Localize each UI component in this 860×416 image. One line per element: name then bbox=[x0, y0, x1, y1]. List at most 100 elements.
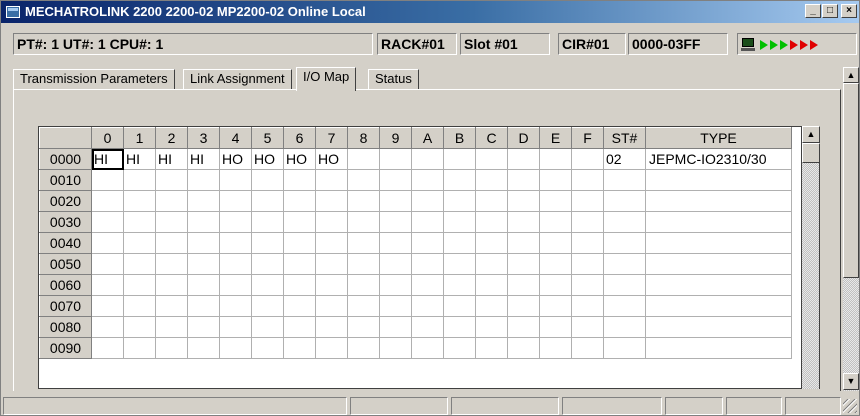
io-map-cell[interactable] bbox=[91, 232, 124, 254]
scroll-up-arrow-icon[interactable]: ▲ bbox=[802, 126, 820, 143]
io-map-cell[interactable] bbox=[571, 211, 604, 233]
station-number-cell[interactable] bbox=[603, 190, 646, 212]
io-map-cell[interactable] bbox=[347, 253, 380, 275]
io-map-cell[interactable] bbox=[315, 337, 348, 359]
column-header[interactable]: D bbox=[507, 127, 540, 149]
io-map-cell[interactable] bbox=[347, 148, 380, 170]
io-map-cell[interactable] bbox=[539, 232, 572, 254]
io-map-cell[interactable] bbox=[219, 253, 252, 275]
station-number-cell[interactable] bbox=[603, 232, 646, 254]
io-map-cell[interactable] bbox=[347, 274, 380, 296]
io-map-cell[interactable] bbox=[155, 295, 188, 317]
io-map-cell[interactable] bbox=[539, 316, 572, 338]
io-map-cell[interactable] bbox=[507, 169, 540, 191]
io-map-cell[interactable] bbox=[443, 274, 476, 296]
io-map-cell[interactable] bbox=[571, 316, 604, 338]
io-map-cell[interactable] bbox=[187, 169, 220, 191]
column-header[interactable]: B bbox=[443, 127, 476, 149]
io-map-cell[interactable] bbox=[91, 274, 124, 296]
grid-vertical-scrollbar[interactable]: ▲ bbox=[802, 126, 820, 389]
io-map-cell[interactable] bbox=[507, 253, 540, 275]
io-map-cell[interactable] bbox=[283, 232, 316, 254]
io-map-grid[interactable]: 0 1 2 3 4 5 6 7 8 9 A B C D E F ST# TYPE… bbox=[38, 126, 802, 389]
io-map-cell[interactable] bbox=[219, 337, 252, 359]
title-bar[interactable]: MECHATROLINK 2200 2200-02 MP2200-02 Onli… bbox=[1, 1, 859, 23]
io-map-cell[interactable] bbox=[219, 295, 252, 317]
io-map-cell[interactable] bbox=[347, 190, 380, 212]
io-map-cell[interactable] bbox=[379, 190, 412, 212]
io-map-cell[interactable] bbox=[219, 169, 252, 191]
panel-vertical-scrollbar[interactable]: ▲ ▼ bbox=[843, 67, 859, 391]
io-map-cell[interactable] bbox=[475, 253, 508, 275]
io-map-cell[interactable] bbox=[251, 211, 284, 233]
column-header[interactable]: A bbox=[411, 127, 444, 149]
io-map-cell[interactable] bbox=[123, 337, 156, 359]
io-map-cell[interactable] bbox=[123, 190, 156, 212]
io-map-cell[interactable] bbox=[91, 337, 124, 359]
io-map-cell[interactable] bbox=[347, 295, 380, 317]
station-number-cell[interactable] bbox=[603, 316, 646, 338]
io-map-cell[interactable] bbox=[315, 274, 348, 296]
io-map-cell[interactable] bbox=[91, 253, 124, 275]
scroll-down-arrow-icon[interactable]: ▼ bbox=[843, 373, 859, 390]
io-map-cell[interactable] bbox=[507, 190, 540, 212]
io-map-cell[interactable] bbox=[91, 169, 124, 191]
io-map-cell[interactable] bbox=[411, 337, 444, 359]
row-address-header[interactable]: 0040 bbox=[39, 232, 92, 254]
io-map-cell[interactable]: HO bbox=[283, 148, 316, 170]
io-map-cell[interactable] bbox=[187, 232, 220, 254]
io-map-cell[interactable] bbox=[411, 316, 444, 338]
io-map-cell[interactable] bbox=[475, 148, 508, 170]
io-map-cell[interactable] bbox=[219, 190, 252, 212]
io-map-cell[interactable] bbox=[91, 295, 124, 317]
tab-status[interactable]: Status bbox=[368, 69, 419, 89]
io-map-cell[interactable] bbox=[507, 295, 540, 317]
io-map-cell[interactable] bbox=[283, 253, 316, 275]
io-map-cell[interactable] bbox=[315, 253, 348, 275]
io-map-cell[interactable] bbox=[123, 232, 156, 254]
io-map-cell[interactable] bbox=[283, 211, 316, 233]
column-header[interactable]: F bbox=[571, 127, 604, 149]
row-address-header[interactable]: 0080 bbox=[39, 316, 92, 338]
io-map-cell[interactable] bbox=[187, 274, 220, 296]
io-map-cell[interactable] bbox=[507, 148, 540, 170]
io-map-cell[interactable] bbox=[315, 211, 348, 233]
module-type-cell[interactable] bbox=[645, 253, 792, 275]
io-map-cell[interactable] bbox=[443, 337, 476, 359]
io-map-cell[interactable] bbox=[283, 295, 316, 317]
io-map-cell[interactable] bbox=[155, 169, 188, 191]
module-type-cell[interactable] bbox=[645, 169, 792, 191]
io-map-cell[interactable] bbox=[507, 232, 540, 254]
minimize-button[interactable]: _ bbox=[805, 4, 821, 18]
station-number-cell[interactable] bbox=[603, 274, 646, 296]
io-map-cell[interactable] bbox=[411, 211, 444, 233]
io-map-cell[interactable] bbox=[251, 274, 284, 296]
module-type-cell[interactable]: JEPMC-IO2310/30 bbox=[645, 148, 792, 170]
io-map-cell[interactable] bbox=[571, 337, 604, 359]
io-map-cell[interactable] bbox=[411, 253, 444, 275]
io-map-cell[interactable] bbox=[443, 295, 476, 317]
scroll-up-arrow-icon[interactable]: ▲ bbox=[843, 67, 859, 83]
io-map-cell[interactable] bbox=[123, 316, 156, 338]
io-map-cell[interactable] bbox=[283, 169, 316, 191]
io-map-cell[interactable] bbox=[155, 316, 188, 338]
io-map-cell[interactable] bbox=[219, 274, 252, 296]
io-map-cell[interactable]: HO bbox=[251, 148, 284, 170]
io-map-cell[interactable] bbox=[443, 211, 476, 233]
io-map-cell[interactable] bbox=[379, 295, 412, 317]
io-map-cell[interactable]: HO bbox=[315, 148, 348, 170]
io-map-cell[interactable] bbox=[187, 253, 220, 275]
io-map-cell[interactable] bbox=[187, 316, 220, 338]
io-map-cell[interactable] bbox=[411, 148, 444, 170]
io-map-cell[interactable] bbox=[379, 274, 412, 296]
io-map-cell[interactable] bbox=[443, 316, 476, 338]
io-map-cell[interactable] bbox=[475, 274, 508, 296]
io-map-cell[interactable] bbox=[187, 211, 220, 233]
io-map-cell[interactable] bbox=[123, 211, 156, 233]
io-map-cell[interactable] bbox=[443, 169, 476, 191]
io-map-cell[interactable] bbox=[539, 295, 572, 317]
io-map-cell[interactable] bbox=[443, 190, 476, 212]
io-map-cell[interactable] bbox=[155, 274, 188, 296]
module-type-cell[interactable] bbox=[645, 274, 792, 296]
io-map-cell[interactable] bbox=[155, 190, 188, 212]
